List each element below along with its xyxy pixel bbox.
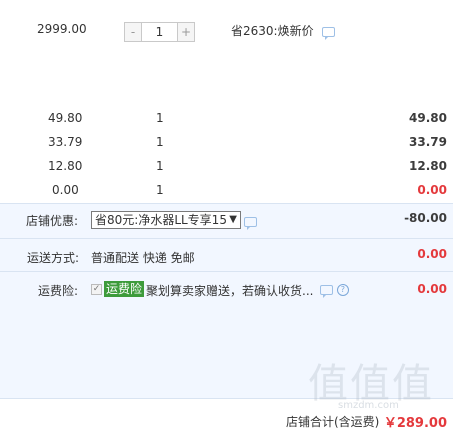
sub-item-quantity: 1 [156,183,164,197]
promo-text: 省2630:焕新价 [231,24,314,38]
insurance-badge: 运费险 [104,281,145,297]
store-total-label: 店铺合计(含运费) [286,415,380,429]
insurance-description: 聚划算卖家赠送，若确认收货... [146,284,314,298]
sub-item-quantity: 1 [156,135,164,149]
increase-quantity-button[interactable]: + [177,23,194,41]
store-discount-select[interactable]: 省80元:净水器LL专享15 ▼ [91,211,241,229]
quantity-input[interactable]: 1 [142,23,177,41]
divider [0,271,453,272]
quantity-stepper[interactable]: - 1 + [124,22,195,42]
message-icon[interactable] [244,216,257,230]
divider [0,203,453,204]
sub-item-total: 33.79 [409,135,447,149]
insurance-amount: 0.00 [417,282,447,296]
main-item-price: 2999.00 [37,22,87,36]
sub-item-quantity: 1 [156,159,164,173]
shipping-label: 运送方式: [27,251,80,265]
store-discount-label: 店铺优惠: [26,214,79,228]
sub-item-quantity: 1 [156,111,164,125]
dropdown-arrow-icon: ▼ [229,214,237,225]
message-icon[interactable] [320,284,333,298]
sub-item-price: 12.80 [48,159,83,173]
sub-item-price: 33.79 [48,135,83,149]
sub-item-total: 12.80 [409,159,447,173]
sub-item-price: 0.00 [52,183,79,197]
help-icon[interactable]: ? [336,283,349,296]
shipping-amount: 0.00 [417,247,447,261]
message-icon[interactable] [322,26,336,40]
sub-item-price: 49.80 [48,111,83,125]
main-item-promo: 省2630:焕新价 [231,22,336,40]
divider [0,238,453,239]
shipping-method: 普通配送 快递 免邮 [91,251,195,265]
insurance-label: 运费险: [38,284,79,298]
store-total-amount: ￥289.00 [383,416,447,431]
store-discount-amount: -80.00 [404,211,447,225]
sub-item-total: 0.00 [417,183,447,197]
insurance-checkbox[interactable]: ✓ [91,284,102,295]
decrease-quantity-button[interactable]: - [125,23,142,41]
insurance-icons: ? [320,282,349,298]
watermark-url: smzdm.com [338,400,399,411]
sub-item-total: 49.80 [409,111,447,125]
store-discount-selected: 省80元:净水器LL专享15 [95,213,227,227]
